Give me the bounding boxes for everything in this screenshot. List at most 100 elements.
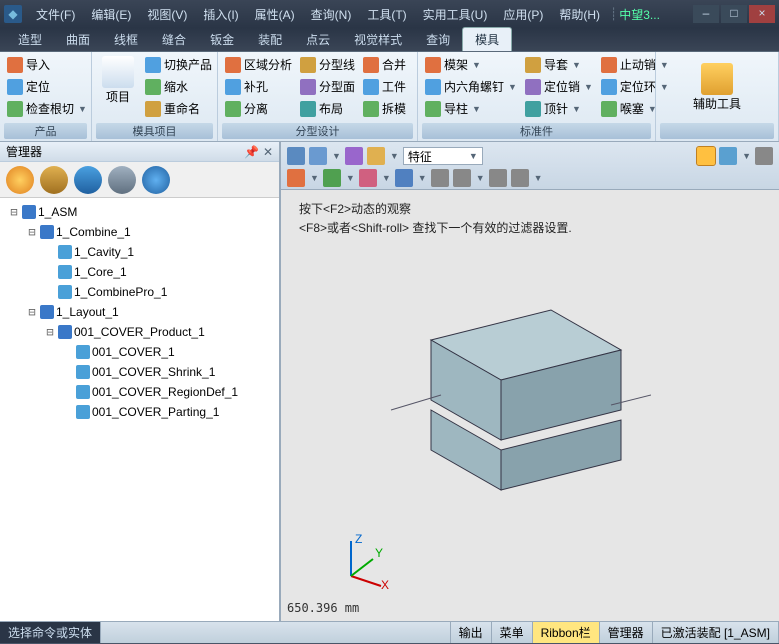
ribbon-button[interactable]: 补孔: [222, 76, 295, 97]
vp-tool-icon[interactable]: [755, 147, 773, 165]
ribbon-tab[interactable]: 曲面: [54, 28, 102, 51]
status-tab[interactable]: 菜单: [492, 622, 533, 643]
expand-icon[interactable]: ⊟: [44, 325, 56, 339]
ribbon-tab[interactable]: 装配: [246, 28, 294, 51]
menu-item[interactable]: 视图(V): [139, 4, 195, 25]
ribbon-button[interactable]: 内六角螺钉▼: [422, 76, 520, 97]
minimize-button[interactable]: –: [693, 5, 719, 23]
menu-item[interactable]: 应用(P): [495, 4, 551, 25]
tree-node[interactable]: 1_Cavity_1: [4, 242, 275, 262]
ribbon-button[interactable]: 检查根切▼: [4, 98, 90, 119]
menu-item[interactable]: 工具(T): [359, 4, 414, 25]
ribbon-tab[interactable]: 缝合: [150, 28, 198, 51]
ribbon-tab[interactable]: 查询: [414, 28, 462, 51]
tree-node[interactable]: ⊟1_ASM: [4, 202, 275, 222]
ribbon-button[interactable]: 导柱▼: [422, 98, 520, 119]
menu-item[interactable]: 实用工具(U): [415, 4, 496, 25]
ribbon-button[interactable]: 定位销▼: [522, 76, 596, 97]
tree-node[interactable]: 001_COVER_Parting_1: [4, 402, 275, 422]
expand-icon[interactable]: ⊟: [26, 305, 38, 319]
ribbon-button[interactable]: 拆模: [360, 98, 409, 119]
tree-node[interactable]: 001_COVER_RegionDef_1: [4, 382, 275, 402]
tree-node[interactable]: 001_COVER_1: [4, 342, 275, 362]
ribbon-button[interactable]: 导套▼: [522, 54, 596, 75]
vp-tool-icon[interactable]: [697, 147, 715, 165]
ribbon-button[interactable]: 重命名: [142, 98, 215, 119]
tree-node[interactable]: 1_Core_1: [4, 262, 275, 282]
ribbon-tab[interactable]: 造型: [6, 28, 54, 51]
sphere-icon[interactable]: [142, 166, 170, 194]
sidebar-title: 管理器 📌✕: [0, 142, 279, 162]
expand-icon[interactable]: ⊟: [26, 225, 38, 239]
ribbon-button[interactable]: 分离: [222, 98, 295, 119]
ribbon-tab[interactable]: 线框: [102, 28, 150, 51]
project-button[interactable]: 项目: [96, 54, 140, 107]
ribbon-button[interactable]: 切换产品: [142, 54, 215, 75]
ribbon-button[interactable]: 布局: [297, 98, 358, 119]
ribbon-button[interactable]: 导入: [4, 54, 90, 75]
trophy-icon[interactable]: [40, 166, 68, 194]
globe-icon[interactable]: [6, 166, 34, 194]
ribbon-tab[interactable]: 模具: [462, 27, 512, 51]
ribbon-button[interactable]: 缩水: [142, 76, 215, 97]
close-button[interactable]: ×: [749, 5, 775, 23]
ribbon-tab[interactable]: 视觉样式: [342, 28, 414, 51]
tree-node[interactable]: ⊟1_Combine_1: [4, 222, 275, 242]
ribbon-button[interactable]: 分型面: [297, 76, 358, 97]
tree-node[interactable]: ⊟001_COVER_Product_1: [4, 322, 275, 342]
status-tab[interactable]: 输出: [451, 622, 492, 643]
ribbon-button[interactable]: 区域分析: [222, 54, 295, 75]
menu-item[interactable]: 属性(A): [247, 4, 303, 25]
vp-tool-icon[interactable]: [511, 169, 529, 187]
vp-tool-icon[interactable]: [453, 169, 471, 187]
assembly-tree[interactable]: ⊟1_ASM⊟1_Combine_11_Cavity_11_Core_11_Co…: [0, 198, 279, 621]
vp-tool-icon[interactable]: [323, 169, 341, 187]
menu-item[interactable]: 插入(I): [195, 4, 246, 25]
filter-select[interactable]: 特征▼: [403, 147, 483, 165]
vp-tool-icon[interactable]: [359, 169, 377, 187]
cube-icon[interactable]: [719, 147, 737, 165]
ribbon-button[interactable]: 模架▼: [422, 54, 520, 75]
viewport: ▼ ▼ 特征▼ ▼ ▼ ▼ ▼ ▼ ▼ ▼: [281, 142, 779, 621]
vp-tool-icon[interactable]: [287, 169, 305, 187]
statusbar: 选择命令或实体 输出菜单Ribbon栏管理器 已激活装配 [1_ASM]: [0, 621, 779, 643]
ribbon-button[interactable]: 分型线: [297, 54, 358, 75]
vp-tool-icon[interactable]: [431, 169, 449, 187]
tree-node[interactable]: 1_CombinePro_1: [4, 282, 275, 302]
group-label: [660, 123, 774, 139]
ribbon-tab[interactable]: 点云: [294, 28, 342, 51]
vp-tool-icon[interactable]: [345, 147, 363, 165]
ribbon-tab[interactable]: 钣金: [198, 28, 246, 51]
tree-node[interactable]: ⊟1_Layout_1: [4, 302, 275, 322]
vp-tool-icon[interactable]: [367, 147, 385, 165]
tool-icon: [601, 101, 617, 117]
tool-icon: [7, 79, 23, 95]
aux-tools-button[interactable]: 辅助工具: [687, 61, 747, 114]
node-icon: [76, 405, 90, 419]
vp-tool-icon[interactable]: [395, 169, 413, 187]
ribbon-button[interactable]: 合并: [360, 54, 409, 75]
menu-item[interactable]: 帮助(H): [551, 4, 608, 25]
menu-item[interactable]: 文件(F): [28, 4, 83, 25]
ribbon-button[interactable]: 工件: [360, 76, 409, 97]
canvas-3d[interactable]: 按下<F2>动态的观察 <F8>或者<Shift-roll> 查找下一个有效的过…: [281, 190, 779, 621]
glasses-icon[interactable]: [108, 166, 136, 194]
ribbon-button[interactable]: 顶针▼: [522, 98, 596, 119]
maximize-button[interactable]: □: [721, 5, 747, 23]
vp-tool-icon[interactable]: [287, 147, 305, 165]
menu-item[interactable]: 查询(N): [303, 4, 360, 25]
layers-icon[interactable]: [74, 166, 102, 194]
ribbon-button[interactable]: 定位: [4, 76, 90, 97]
vp-tool-icon[interactable]: [309, 147, 327, 165]
expand-icon[interactable]: ⊟: [8, 205, 20, 219]
vp-tool-icon[interactable]: [489, 169, 507, 187]
tree-node[interactable]: 001_COVER_Shrink_1: [4, 362, 275, 382]
status-tab[interactable]: 管理器: [600, 622, 653, 643]
node-label: 001_COVER_Shrink_1: [92, 365, 215, 379]
ribbon-group-product: 导入定位检查根切▼ 产品: [0, 52, 92, 141]
status-tab[interactable]: Ribbon栏: [533, 622, 600, 643]
tool-icon: [225, 57, 241, 73]
pin-icon[interactable]: 📌: [244, 145, 259, 159]
menu-item[interactable]: 编辑(E): [83, 4, 139, 25]
close-panel-icon[interactable]: ✕: [263, 145, 273, 159]
